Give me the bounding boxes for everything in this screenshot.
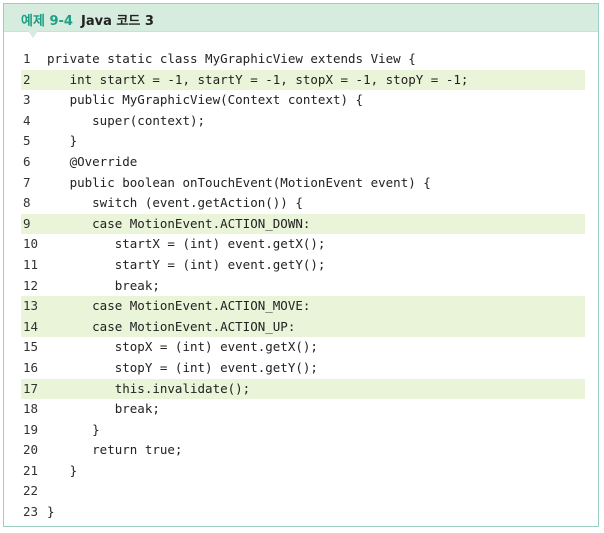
code-line: 16 stopY = (int) event.getY(); [21, 358, 585, 379]
line-number: 11 [23, 256, 39, 272]
code-line: 7 public boolean onTouchEvent(MotionEven… [21, 173, 585, 194]
code-line: 21 } [21, 461, 585, 482]
line-code: } [47, 462, 78, 478]
line-number: 9 [23, 215, 31, 231]
line-number: 5 [23, 133, 31, 149]
line-code: case MotionEvent.ACTION_UP: [47, 318, 296, 334]
code-line: 20 return true; [21, 440, 585, 461]
line-number: 1 [23, 51, 31, 66]
example-title: Java 코드 3 [81, 14, 154, 29]
line-number: 8 [23, 195, 31, 211]
line-code: break; [47, 277, 160, 293]
line-code: int startX = -1, startY = -1, stopX = -1… [47, 71, 469, 87]
code-line: 4 super(context); [21, 111, 585, 132]
line-number: 22 [23, 483, 39, 499]
code-line: 17 this.invalidate(); [21, 378, 585, 400]
line-number: 4 [23, 112, 31, 128]
code-line: 15 stopX = (int) event.getX(); [21, 337, 585, 358]
example-header: 예제 9-4 Java 코드 3 [4, 4, 598, 32]
line-code: switch (event.getAction()) { [47, 195, 303, 211]
code-line: 18 break; [21, 399, 585, 420]
line-code: stopY = (int) event.getY(); [47, 359, 318, 375]
code-line: 14 case MotionEvent.ACTION_UP: [21, 316, 585, 338]
line-number: 15 [23, 339, 39, 355]
line-number: 16 [23, 359, 39, 375]
line-code: } [47, 504, 55, 520]
line-number: 21 [23, 462, 39, 478]
line-code: public boolean onTouchEvent(MotionEvent … [47, 174, 431, 190]
line-number: 6 [23, 153, 31, 169]
code-line: 1 private static class MyGraphicView exte… [21, 49, 585, 70]
line-code: this.invalidate(); [47, 380, 251, 396]
line-code: @Override [47, 153, 138, 169]
code-line: 2 int startX = -1, startY = -1, stopX = … [21, 69, 585, 91]
code-line: 9 case MotionEvent.ACTION_DOWN: [21, 213, 585, 235]
line-code: super(context); [47, 112, 206, 128]
code-listing: 1 private static class MyGraphicView exte… [21, 49, 585, 523]
line-code: startY = (int) event.getY(); [47, 256, 326, 272]
line-number: 23 [23, 504, 39, 520]
code-line: 8 switch (event.getAction()) { [21, 193, 585, 214]
line-code: startX = (int) event.getX(); [47, 236, 326, 252]
example-number-label: 예제 9-4 [21, 14, 73, 29]
line-code: } [47, 133, 78, 149]
line-number: 2 [23, 71, 31, 87]
code-line: 23} [21, 502, 585, 523]
code-line: 19 } [21, 420, 585, 441]
line-code: break; [47, 401, 160, 417]
code-line: 13 case MotionEvent.ACTION_MOVE: [21, 296, 585, 317]
line-code: return true; [47, 442, 183, 458]
line-number: 14 [23, 318, 39, 334]
code-line: 22 [21, 481, 585, 502]
line-number: 13 [23, 298, 39, 314]
code-line: 3 public MyGraphicView(Context context) … [21, 90, 585, 111]
code-line: 6 @Override [21, 152, 585, 173]
line-code: case MotionEvent.ACTION_DOWN: [47, 215, 311, 231]
line-code: stopX = (int) event.getX(); [47, 339, 318, 355]
line-code: public MyGraphicView(Context context) { [47, 92, 364, 108]
line-code: case MotionEvent.ACTION_MOVE: [47, 298, 311, 314]
code-line: 10 startX = (int) event.getX(); [21, 234, 585, 255]
line-code: private static class MyGraphicView exten… [47, 51, 416, 66]
line-code: } [47, 421, 100, 437]
line-number: 19 [23, 421, 39, 437]
code-line: 11 startY = (int) event.getY(); [21, 255, 585, 276]
line-number: 20 [23, 442, 39, 458]
line-number: 3 [23, 92, 31, 108]
code-line: 5 } [21, 131, 585, 152]
line-number: 18 [23, 401, 39, 417]
line-number: 10 [23, 236, 39, 252]
header-pointer-icon [28, 31, 38, 38]
code-line: 12 break; [21, 276, 585, 297]
code-example-box: 예제 9-4 Java 코드 3 1 private static class M… [3, 3, 599, 527]
line-number: 7 [23, 174, 31, 190]
line-number: 12 [23, 277, 39, 293]
line-number: 17 [23, 380, 39, 396]
